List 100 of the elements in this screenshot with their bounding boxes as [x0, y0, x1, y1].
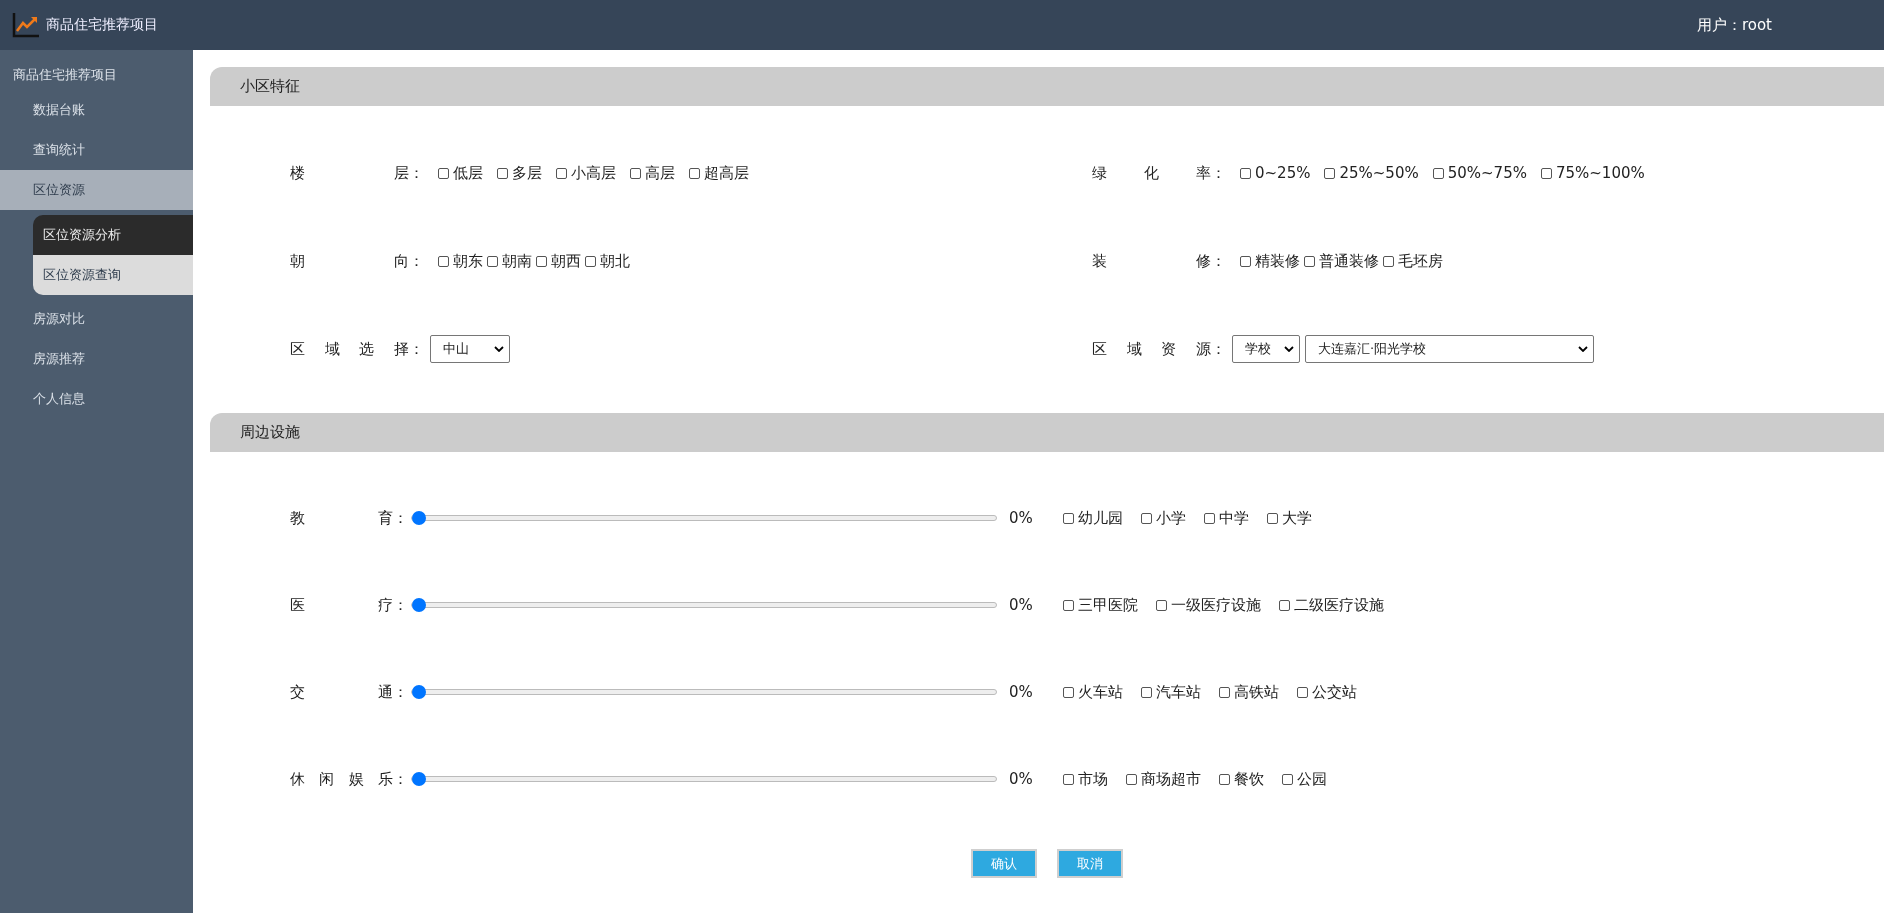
checkbox[interactable] [1063, 512, 1074, 524]
field-label: 绿化率： [1092, 163, 1226, 183]
sidebar-item[interactable]: 查询统计 [0, 130, 193, 170]
checkbox[interactable] [585, 255, 596, 267]
submenu-item[interactable]: 区位资源查询 [33, 255, 193, 295]
sidebar-item[interactable]: 房源对比 [0, 299, 193, 339]
option-label: 高层 [645, 163, 675, 183]
field-label: 装修： [1092, 251, 1226, 271]
option-label: 超高层 [704, 163, 749, 183]
option-label: 低层 [453, 163, 483, 183]
option-label: 毛坯房 [1398, 251, 1443, 271]
option-label: 朝东 [453, 251, 483, 271]
checkbox[interactable] [1282, 773, 1293, 785]
slider-value: 0% [1009, 509, 1034, 527]
checkbox[interactable] [1432, 167, 1444, 179]
option-label: 75%~100% [1555, 164, 1645, 182]
checkbox[interactable] [1063, 773, 1074, 785]
dropdown[interactable]: 学校 [1232, 335, 1300, 363]
sidebar-title[interactable]: 商品住宅推荐项目 [0, 60, 193, 90]
checkbox[interactable] [689, 167, 700, 179]
slider-thumb[interactable] [412, 598, 426, 612]
checkbox[interactable] [487, 255, 498, 267]
slider-thumb[interactable] [412, 772, 426, 786]
option-label: 多层 [512, 163, 542, 183]
field-label: 朝向： [290, 251, 424, 271]
checkbox[interactable] [1240, 167, 1251, 179]
dropdown[interactable]: 大连嘉汇·阳光学校 [1305, 335, 1594, 363]
checkbox[interactable] [1219, 686, 1230, 698]
option-label: 小高层 [571, 163, 616, 183]
sidebar-item[interactable]: 数据台账 [0, 90, 193, 130]
field-label: 区域资源： [1092, 339, 1226, 359]
option-label: 商场超市 [1141, 769, 1201, 789]
checkbox[interactable] [1240, 255, 1251, 267]
checkbox[interactable] [1383, 255, 1394, 267]
checkbox[interactable] [438, 255, 449, 267]
caret-icon [1578, 346, 1588, 352]
sidebar-item[interactable]: 个人信息 [0, 379, 193, 419]
checkbox[interactable] [556, 167, 567, 179]
option-label: 朝西 [551, 251, 581, 271]
option-label: 汽车站 [1156, 682, 1201, 702]
sidebar-item[interactable]: 房源推荐 [0, 339, 193, 379]
line-chart-icon [12, 12, 40, 38]
slider-value: 0% [1009, 596, 1034, 614]
option-label: 火车站 [1078, 682, 1123, 702]
option-label: 市场 [1078, 769, 1108, 789]
checkbox[interactable] [536, 255, 547, 267]
field-label: 教育： [290, 508, 408, 528]
option-label: 小学 [1156, 508, 1186, 528]
slider-thumb[interactable] [412, 685, 426, 699]
sidebar-item[interactable]: 区位资源 [0, 170, 193, 210]
section-title: 小区特征 [240, 77, 300, 96]
field-label: 楼层： [290, 163, 424, 183]
option-label: 公园 [1297, 769, 1327, 789]
option-label: 三甲医院 [1078, 595, 1138, 615]
checkbox[interactable] [1141, 686, 1152, 698]
checkbox[interactable] [630, 167, 641, 179]
option-label: 25%~50% [1339, 164, 1419, 182]
option-label: 精装修 [1255, 251, 1300, 271]
checkbox[interactable] [1297, 686, 1308, 698]
option-label: 一级医疗设施 [1171, 595, 1261, 615]
field-label: 医疗： [290, 595, 408, 615]
checkbox[interactable] [1267, 512, 1278, 524]
option-label: 二级医疗设施 [1294, 595, 1384, 615]
option-label: 大学 [1282, 508, 1312, 528]
user-label: 用户：root [1696, 15, 1772, 35]
field-label: 休闲娱乐： [290, 769, 408, 789]
option-label: 朝南 [502, 251, 532, 271]
checkbox[interactable] [1324, 167, 1336, 179]
field-label: 交通： [290, 682, 408, 702]
slider-value: 0% [1009, 770, 1034, 788]
checkbox[interactable] [438, 167, 449, 179]
option-label: 幼儿园 [1078, 508, 1123, 528]
option-label: 0~25% [1255, 164, 1311, 182]
caret-icon [1284, 346, 1294, 352]
checkbox[interactable] [497, 167, 508, 179]
section-title: 周边设施 [240, 423, 300, 442]
option-label: 朝北 [600, 251, 630, 271]
submenu-item[interactable]: 区位资源分析 [33, 215, 193, 255]
checkbox[interactable] [1063, 686, 1074, 698]
checkbox[interactable] [1279, 599, 1290, 611]
checkbox[interactable] [1126, 773, 1137, 785]
app-title: 商品住宅推荐项目 [46, 16, 158, 34]
checkbox[interactable] [1156, 599, 1167, 611]
option-label: 普通装修 [1319, 251, 1379, 271]
slider-thumb[interactable] [412, 511, 426, 525]
option-label: 50%~75% [1447, 164, 1527, 182]
option-label: 中学 [1219, 508, 1249, 528]
checkbox[interactable] [1219, 773, 1230, 785]
checkbox[interactable] [1204, 512, 1215, 524]
checkbox[interactable] [1304, 255, 1315, 267]
slider-value: 0% [1009, 683, 1034, 701]
option-label: 公交站 [1312, 682, 1357, 702]
option-label: 高铁站 [1234, 682, 1279, 702]
caret-icon [494, 346, 504, 352]
dropdown[interactable]: 中山 [430, 335, 510, 363]
checkbox[interactable] [1063, 599, 1074, 611]
field-label: 区域选择： [290, 339, 424, 359]
option-label: 餐饮 [1234, 769, 1264, 789]
checkbox[interactable] [1540, 167, 1552, 179]
checkbox[interactable] [1141, 512, 1152, 524]
